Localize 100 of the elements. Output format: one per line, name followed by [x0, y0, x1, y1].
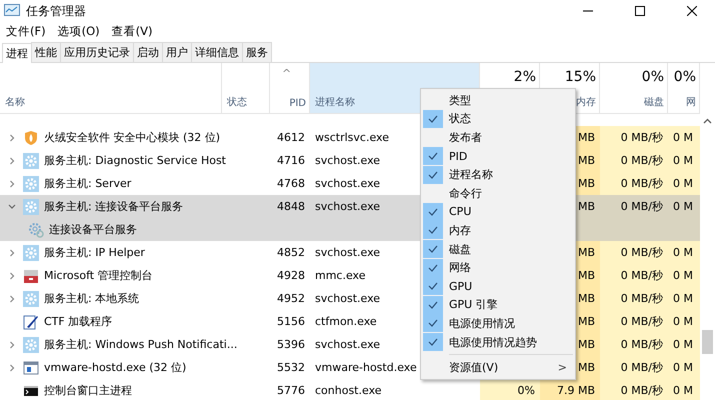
disk-cell: 0 MB/秒	[600, 333, 668, 356]
image-name-cell: svchost.exe	[315, 338, 380, 351]
process-name: 火绒安全软件 安全中心模块 (32 位)	[44, 130, 220, 145]
minimize-icon[interactable]	[583, 10, 593, 12]
usage-percent: 0%	[642, 69, 664, 85]
tab[interactable]: 进程	[2, 43, 32, 63]
disk-cell: 0 MB/秒	[600, 310, 668, 333]
disk-cell: 0 MB/秒	[600, 264, 668, 287]
pid-cell: 4716	[277, 154, 305, 167]
column-label: 进程名称	[315, 96, 355, 109]
tab[interactable]: 性能	[31, 42, 61, 62]
disk-cell: 0 MB/秒	[600, 149, 668, 172]
window-title: 任务管理器	[26, 2, 86, 20]
column-header[interactable]: 0% 磁盘	[600, 63, 668, 113]
column-header[interactable]: 状态	[222, 63, 270, 113]
process-name: 服务主机: Windows Push Notificati...	[44, 337, 238, 352]
disk-cell: 0 MB/秒	[600, 287, 668, 310]
disk-cell: 0 MB/秒	[600, 379, 668, 400]
column-label: 名称	[5, 96, 25, 109]
image-name-cell: svchost.exe	[315, 177, 380, 190]
tab[interactable]: 详细信息	[191, 42, 243, 62]
sort-caret-icon: ^	[282, 67, 292, 80]
column-label: 磁盘	[644, 96, 664, 109]
tab[interactable]: 应用历史记录	[60, 42, 134, 62]
tab[interactable]: 启动	[133, 42, 163, 62]
check-icon	[428, 114, 438, 123]
image-name-cell: vmware-hostd.exe	[315, 361, 417, 374]
maximize-icon[interactable]	[635, 6, 645, 16]
network-cell: 0 M	[668, 195, 700, 218]
column-label: 网	[686, 96, 696, 109]
column-header[interactable]: 0% 网	[668, 63, 700, 113]
scroll-thumb[interactable]	[702, 330, 713, 354]
usage-percent: 0%	[674, 69, 696, 85]
memory-cell: 7.9 MB	[540, 379, 600, 400]
scroll-up-icon[interactable]	[703, 118, 712, 124]
column-label: PID	[289, 98, 306, 109]
column-label: 内存	[576, 96, 596, 109]
gear-icon	[23, 244, 39, 260]
image-name-cell: wsctrlsvc.exe	[315, 131, 389, 144]
disk-cell: 0 MB/秒	[600, 356, 668, 379]
usage-percent: 15%	[564, 69, 596, 85]
gear-icon	[28, 222, 44, 238]
network-cell: 0 M	[668, 241, 700, 264]
gear-icon	[23, 198, 39, 214]
network-cell: 0 M	[668, 172, 700, 195]
network-cell: 0 M	[668, 149, 700, 172]
process-row[interactable]: 控制台窗口主进程 5776 conhost.exe 0% 7.9 MB 0 MB/秒 0 M	[0, 379, 715, 400]
network-cell: 0 M	[668, 379, 700, 400]
image-name-cell: svchost.exe	[315, 246, 380, 259]
app-icon	[4, 4, 20, 18]
usage-percent: 2%	[514, 69, 536, 85]
image-name-cell: svchost.exe	[315, 154, 380, 167]
pid-cell: 4952	[277, 292, 305, 305]
process-name: 服务主机: Diagnostic Service Host	[44, 153, 226, 168]
network-cell: 0 M	[668, 287, 700, 310]
pid-cell: 5156	[277, 315, 305, 328]
check-icon	[428, 338, 438, 346]
pid-cell: 5776	[277, 384, 305, 397]
image-name-cell: mmc.exe	[315, 269, 366, 282]
toolbox-icon	[23, 268, 39, 284]
network-cell: 0 M	[668, 333, 700, 356]
service-name: 连接设备平台服务	[49, 222, 137, 237]
gear-icon	[23, 290, 39, 306]
image-name-cell: ctfmon.exe	[315, 315, 377, 328]
network-cell: 0 M	[668, 356, 700, 379]
pen-icon	[23, 314, 39, 330]
disk-cell: 0 MB/秒	[600, 195, 668, 218]
process-name: 服务主机: 本地系统	[44, 291, 140, 306]
column-header[interactable]: 名称	[0, 63, 222, 113]
disk-cell: 0 MB/秒	[600, 241, 668, 264]
shield-icon	[23, 130, 39, 146]
pid-cell: 4848	[277, 200, 305, 213]
process-name: 服务主机: IP Helper	[44, 245, 145, 260]
close-icon[interactable]	[687, 6, 697, 16]
image-name-cell: svchost.exe	[315, 200, 380, 213]
process-name: 服务主机: 连接设备平台服务	[44, 199, 184, 214]
menu-item[interactable]: 文件(F)	[2, 22, 50, 40]
tab[interactable]: 服务	[242, 42, 272, 62]
pid-cell: 4852	[277, 246, 305, 259]
tab[interactable]: 用户	[162, 42, 192, 62]
window-icon	[23, 360, 39, 376]
network-cell: 0 M	[668, 264, 700, 287]
network-cell: 0 M	[668, 126, 700, 149]
process-name: 控制台窗口主进程	[44, 383, 132, 398]
pid-cell: 4612	[277, 131, 305, 144]
menu-item[interactable]: 查看(V)	[108, 22, 156, 40]
menu-item[interactable]: 选项(O)	[54, 22, 104, 40]
network-cell: 0 M	[668, 310, 700, 333]
pid-cell: 5532	[277, 361, 305, 374]
gear-icon	[23, 152, 39, 168]
pid-cell: 5396	[277, 338, 305, 351]
gear-icon	[23, 176, 39, 192]
pid-cell: 4768	[277, 177, 305, 190]
menu-option[interactable]: 内存	[421, 221, 575, 240]
disk-cell: 0 MB/秒	[600, 126, 668, 149]
image-name-cell: svchost.exe	[315, 292, 380, 305]
cpu-cell: 0%	[480, 379, 540, 400]
process-name: Microsoft 管理控制台	[44, 268, 153, 283]
gear-icon	[23, 336, 39, 352]
disk-cell: 0 MB/秒	[600, 172, 668, 195]
